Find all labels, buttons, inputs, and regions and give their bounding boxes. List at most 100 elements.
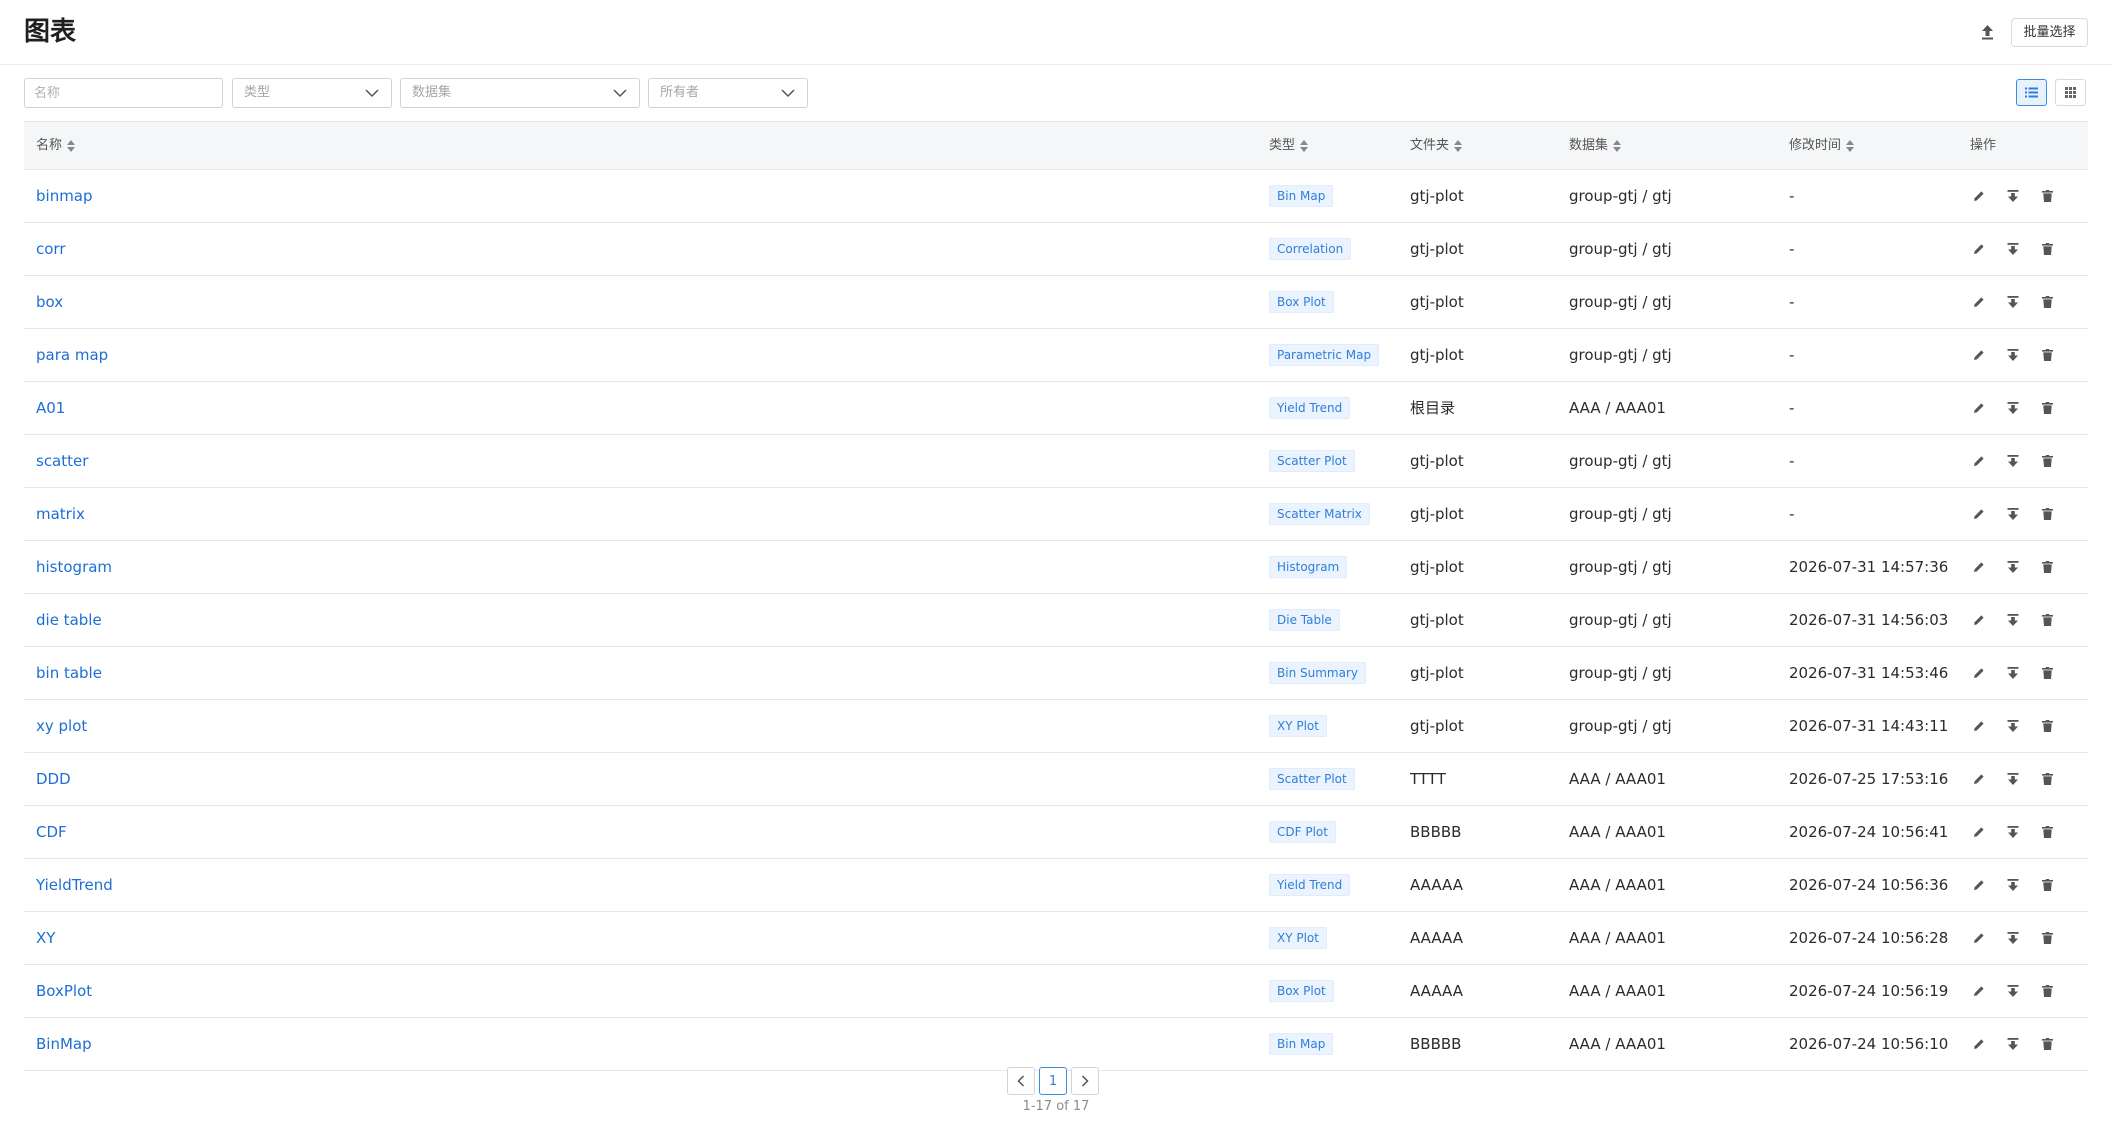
edit-button[interactable] <box>1970 240 1988 258</box>
edit-button[interactable] <box>1970 1035 1988 1053</box>
table-body: binmap Bin Map gtj-plot group-gtj / gtj - cor… <box>24 170 2088 1071</box>
next-page-button[interactable] <box>1071 1067 1099 1095</box>
download-button[interactable] <box>2004 505 2022 523</box>
table-row: CDF CDF Plot BBBBB AAA / AAA01 2026-07-24 10… <box>24 806 2088 859</box>
folder-cell: gtj-plot <box>1410 187 1464 205</box>
download-button[interactable] <box>2004 770 2022 788</box>
delete-button[interactable] <box>2038 240 2056 258</box>
modified-time-cell: 2026-07-24 10:56:28 <box>1789 929 1949 947</box>
edit-button[interactable] <box>1970 664 1988 682</box>
edit-button[interactable] <box>1970 611 1988 629</box>
delete-button[interactable] <box>2038 823 2056 841</box>
prev-page-button[interactable] <box>1007 1067 1035 1095</box>
delete-button[interactable] <box>2038 399 2056 417</box>
grid-view-button[interactable] <box>2055 79 2086 106</box>
upload-button[interactable] <box>1974 19 2000 45</box>
edit-button[interactable] <box>1970 399 1988 417</box>
edit-button[interactable] <box>1970 346 1988 364</box>
edit-button[interactable] <box>1970 293 1988 311</box>
download-button[interactable] <box>2004 611 2022 629</box>
delete-button[interactable] <box>2038 611 2056 629</box>
edit-icon <box>1973 985 1985 997</box>
download-button[interactable] <box>2004 1035 2022 1053</box>
download-button[interactable] <box>2004 717 2022 735</box>
download-button[interactable] <box>2004 823 2022 841</box>
delete-button[interactable] <box>2038 717 2056 735</box>
folder-cell: gtj-plot <box>1410 452 1464 470</box>
modified-time-cell: 2026-07-31 14:53:46 <box>1789 664 1949 682</box>
download-button[interactable] <box>2004 982 2022 1000</box>
folder-cell: gtj-plot <box>1410 505 1464 523</box>
page-number-button[interactable]: 1 <box>1039 1067 1067 1095</box>
chart-name-link[interactable]: corr <box>36 223 66 275</box>
chart-name-link[interactable]: DDD <box>36 753 71 805</box>
delete-button[interactable] <box>2038 982 2056 1000</box>
type-select[interactable]: 类型 <box>232 78 392 108</box>
delete-button[interactable] <box>2038 187 2056 205</box>
chart-name-link[interactable]: histogram <box>36 541 112 593</box>
owner-select[interactable]: 所有者 <box>648 78 808 108</box>
pagination: 1 <box>1007 1067 1099 1095</box>
chart-name-link[interactable]: matrix <box>36 488 85 540</box>
list-view-button[interactable] <box>2016 79 2047 106</box>
delete-button[interactable] <box>2038 876 2056 894</box>
chart-name-link[interactable]: CDF <box>36 806 67 858</box>
dataset-cell: group-gtj / gtj <box>1569 558 1672 576</box>
delete-button[interactable] <box>2038 293 2056 311</box>
download-button[interactable] <box>2004 452 2022 470</box>
batch-select-button[interactable]: 批量选择 <box>2011 18 2088 47</box>
delete-icon <box>2041 296 2053 308</box>
filter-bar: 类型 数据集 所有者 <box>0 78 2112 110</box>
chart-name-link[interactable]: bin table <box>36 647 102 699</box>
modified-time-cell: 2026-07-31 14:43:11 <box>1789 717 1949 735</box>
chart-name-link[interactable]: BoxPlot <box>36 965 92 1017</box>
download-icon <box>2007 560 2019 574</box>
download-button[interactable] <box>2004 664 2022 682</box>
delete-button[interactable] <box>2038 558 2056 576</box>
chart-name-link[interactable]: A01 <box>36 382 65 434</box>
edit-button[interactable] <box>1970 187 1988 205</box>
download-button[interactable] <box>2004 876 2022 894</box>
download-button[interactable] <box>2004 399 2022 417</box>
delete-icon <box>2041 985 2053 997</box>
dataset-select[interactable]: 数据集 <box>400 78 640 108</box>
edit-button[interactable] <box>1970 717 1988 735</box>
column-header-folder[interactable]: 文件夹 <box>1410 122 1463 169</box>
chart-name-link[interactable]: BinMap <box>36 1018 92 1070</box>
download-button[interactable] <box>2004 187 2022 205</box>
chart-name-link[interactable]: YieldTrend <box>36 859 113 911</box>
delete-button[interactable] <box>2038 929 2056 947</box>
column-header-modified[interactable]: 修改时间 <box>1789 122 1855 169</box>
chart-name-link[interactable]: xy plot <box>36 700 87 752</box>
chart-name-link[interactable]: para map <box>36 329 108 381</box>
download-button[interactable] <box>2004 929 2022 947</box>
name-search-input[interactable] <box>24 78 223 108</box>
edit-button[interactable] <box>1970 929 1988 947</box>
delete-button[interactable] <box>2038 505 2056 523</box>
edit-button[interactable] <box>1970 982 1988 1000</box>
download-button[interactable] <box>2004 240 2022 258</box>
chart-name-link[interactable]: die table <box>36 594 102 646</box>
edit-button[interactable] <box>1970 876 1988 894</box>
edit-button[interactable] <box>1970 558 1988 576</box>
delete-button[interactable] <box>2038 1035 2056 1053</box>
edit-button[interactable] <box>1970 452 1988 470</box>
chart-name-link[interactable]: box <box>36 276 63 328</box>
edit-button[interactable] <box>1970 770 1988 788</box>
chart-name-link[interactable]: XY <box>36 912 55 964</box>
dataset-cell: group-gtj / gtj <box>1569 611 1672 629</box>
column-header-dataset[interactable]: 数据集 <box>1569 122 1622 169</box>
delete-button[interactable] <box>2038 346 2056 364</box>
delete-button[interactable] <box>2038 452 2056 470</box>
edit-button[interactable] <box>1970 823 1988 841</box>
column-header-name[interactable]: 名称 <box>36 122 76 169</box>
edit-button[interactable] <box>1970 505 1988 523</box>
chart-name-link[interactable]: binmap <box>36 170 93 222</box>
download-button[interactable] <box>2004 558 2022 576</box>
chart-name-link[interactable]: scatter <box>36 435 88 487</box>
delete-button[interactable] <box>2038 770 2056 788</box>
download-button[interactable] <box>2004 293 2022 311</box>
download-button[interactable] <box>2004 346 2022 364</box>
column-header-type[interactable]: 类型 <box>1269 122 1309 169</box>
delete-button[interactable] <box>2038 664 2056 682</box>
